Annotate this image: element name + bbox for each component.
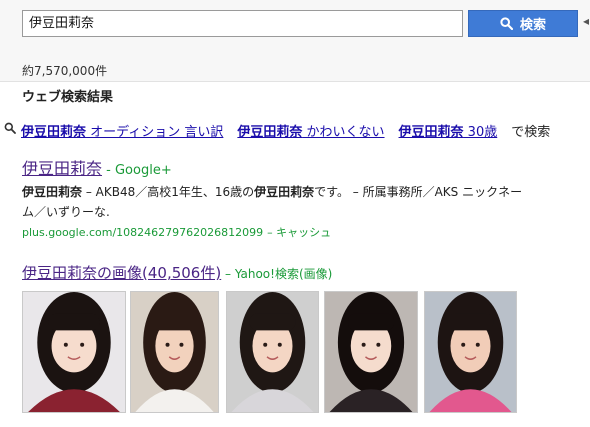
options-arrow-icon[interactable]: ◂ xyxy=(583,14,589,28)
result-snippet: 伊豆田莉奈 – AKB48／高校1年生、16歳の伊豆田莉奈です。 – 所属事務所… xyxy=(22,185,523,219)
image-thumbnail-5[interactable] xyxy=(424,291,517,413)
related-link-3[interactable]: 伊豆田莉奈 30歳 xyxy=(399,121,498,140)
result-source: - Google+ xyxy=(102,163,172,178)
magnifier-icon xyxy=(4,122,16,138)
search-icon xyxy=(500,17,513,30)
image-thumbnail-1[interactable] xyxy=(22,291,126,413)
related-searches: 伊豆田莉奈 オーディション 言い訳 伊豆田莉奈 かわいくない 伊豆田莉奈 30歳… xyxy=(4,120,550,140)
result-count: 約7,570,000件 xyxy=(22,64,108,78)
images-source: – Yahoo!検索(画像) xyxy=(221,267,333,281)
image-thumbnail-4[interactable] xyxy=(324,291,418,413)
section-title: ウェブ検索結果 xyxy=(22,90,114,105)
images-title: 伊豆田莉奈の画像(40,506件) – Yahoo!検索(画像) xyxy=(22,262,332,283)
search-input[interactable]: 伊豆田莉奈 xyxy=(22,10,463,37)
search-button[interactable]: 検索 xyxy=(468,10,578,37)
result-url: plus.google.com/108246279762026812099– キ… xyxy=(22,226,332,239)
search-button-label: 検索 xyxy=(519,18,546,33)
image-thumbnail-3[interactable] xyxy=(226,291,319,413)
cache-link[interactable]: – キャッシュ xyxy=(267,226,331,239)
related-link-2[interactable]: 伊豆田莉奈 かわいくない xyxy=(237,121,384,140)
result-title: 伊豆田莉奈 - Google+ xyxy=(22,155,172,179)
search-header: 伊豆田莉奈 検索 ◂ 約7,570,000件 xyxy=(0,0,590,82)
related-suffix: で検索 xyxy=(511,124,551,140)
result-title-link[interactable]: 伊豆田莉奈 xyxy=(22,159,102,178)
images-title-link[interactable]: 伊豆田莉奈の画像(40,506件) xyxy=(22,264,221,282)
image-thumbnail-2[interactable] xyxy=(130,291,219,413)
related-link-1[interactable]: 伊豆田莉奈 オーディション 言い訳 xyxy=(21,121,223,140)
